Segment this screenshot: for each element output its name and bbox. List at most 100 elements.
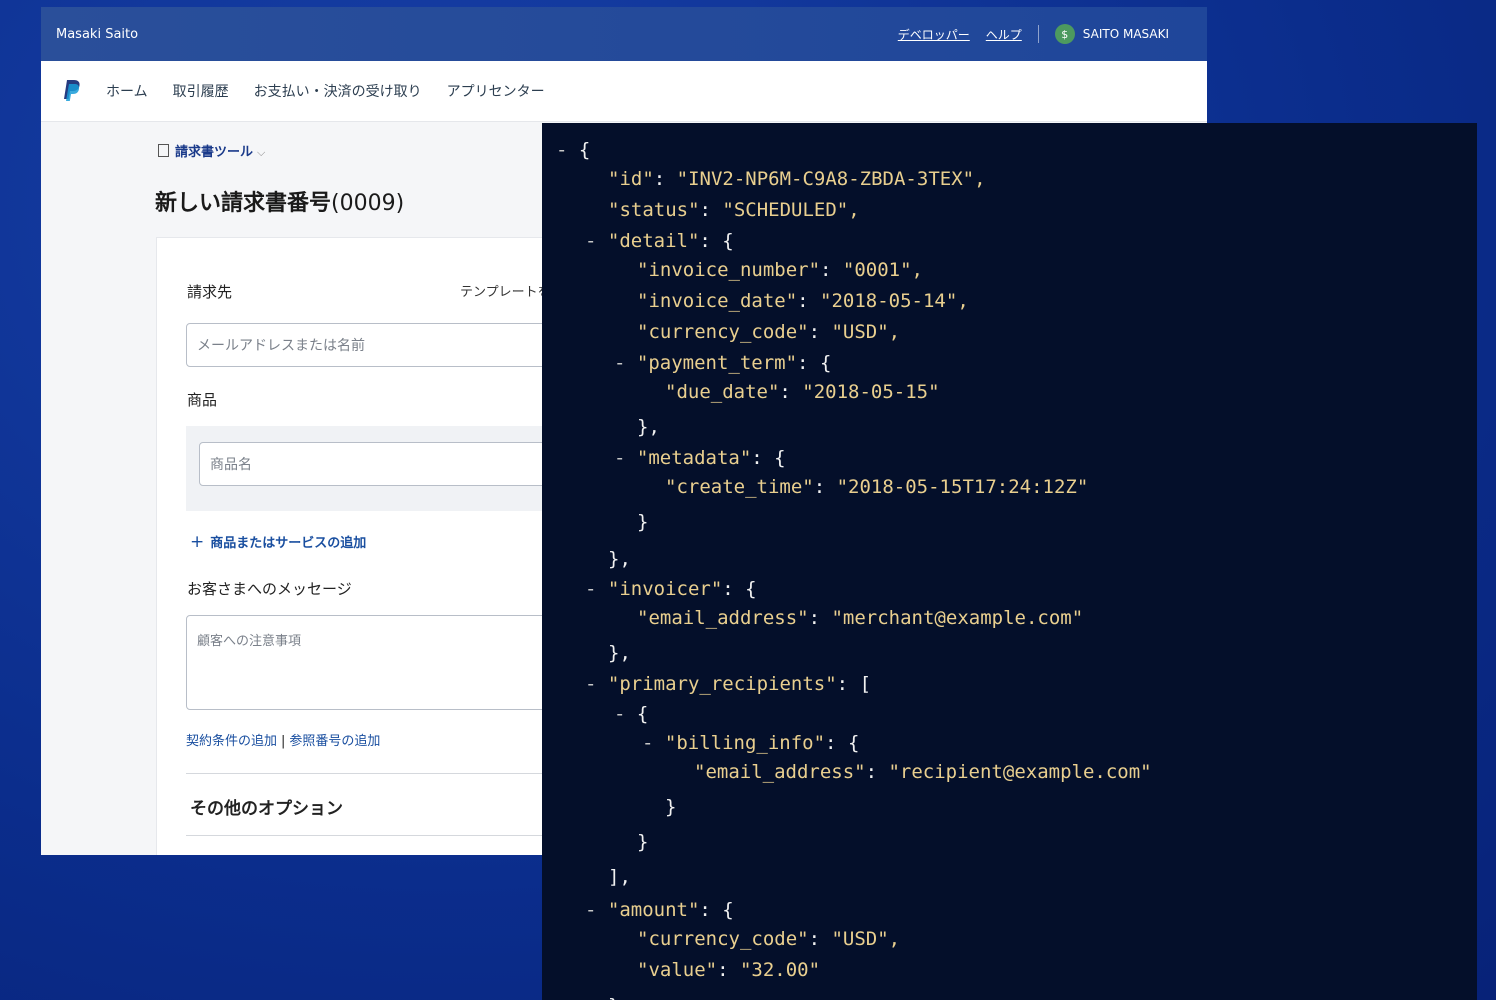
json-line: "currency_code": "USD", <box>637 928 900 950</box>
json-value: { <box>722 899 734 921</box>
plus-icon: + <box>190 532 205 552</box>
json-colon: : <box>699 899 723 921</box>
json-value: { <box>774 447 786 469</box>
json-line: "email_address": "merchant@example.com" <box>637 607 1083 629</box>
json-colon: : <box>653 168 677 190</box>
json-value: "32.00" <box>739 959 821 981</box>
page-title-number: (0009) <box>331 191 405 216</box>
json-line: - "metadata": { <box>614 447 786 469</box>
json-bracket: }, <box>637 416 660 438</box>
json-key: "due_date" <box>665 381 780 403</box>
user-avatar-icon[interactable]: $ <box>1054 24 1075 44</box>
json-viewer: - { "id": "INV2-NP6M-C9A8-ZBDA-3TEX", "sta… <box>542 123 1477 1000</box>
json-line: "due_date": "2018-05-15" <box>665 381 940 403</box>
collapse-toggle-icon[interactable]: - <box>556 139 579 161</box>
json-line: }, <box>608 548 631 570</box>
breadcrumb-label: 請求書ツール <box>175 145 254 160</box>
json-colon: : <box>836 673 860 695</box>
json-key: "status" <box>608 199 700 221</box>
paypal-logo-icon[interactable] <box>62 80 80 102</box>
collapse-toggle-icon[interactable]: - <box>614 703 637 725</box>
json-value: "2018-05-14", <box>820 290 969 312</box>
json-colon: : <box>797 290 821 312</box>
json-line: ], <box>608 866 631 888</box>
json-line: "invoice_date": "2018-05-14", <box>637 290 969 312</box>
page-title: 新しい請求書番号(0009) <box>155 185 404 217</box>
extra-links: 契約条件の追加 | 参照番号の追加 <box>186 734 381 749</box>
collapse-toggle-icon[interactable]: - <box>585 230 608 252</box>
bill-to-label: 請求先 <box>187 283 233 301</box>
json-colon: : <box>699 230 723 252</box>
json-key: "invoice_date" <box>637 290 798 312</box>
json-bracket: }, <box>608 995 631 1000</box>
json-value: { <box>819 352 832 374</box>
chevron-down-icon: ⌵ <box>257 146 266 159</box>
other-options-toggle[interactable]: その他のオプション <box>190 794 343 819</box>
json-line: }, <box>608 995 631 1000</box>
collapse-toggle-icon[interactable]: - <box>585 899 608 921</box>
collapse-toggle-icon[interactable]: - <box>585 673 608 695</box>
json-bracket: } <box>637 831 649 853</box>
json-line: "create_time": "2018-05-15T17:24:12Z" <box>665 476 1088 498</box>
developer-link[interactable]: デベロッパー <box>898 26 970 43</box>
json-colon: : <box>751 447 775 469</box>
nav-transactions[interactable]: 取引履歴 <box>173 81 229 101</box>
json-key: "currency_code" <box>637 928 809 950</box>
json-line: "email_address": "recipient@example.com" <box>694 761 1152 783</box>
json-key: "invoicer" <box>607 578 723 600</box>
json-key: "value" <box>637 959 718 981</box>
top-bar: Masaki Saito デベロッパー ヘルプ $ SAITO MASAKI <box>41 7 1207 61</box>
json-line: - { <box>614 703 648 725</box>
divider <box>1037 25 1039 43</box>
collapse-toggle-icon[interactable]: - <box>642 732 665 754</box>
json-value: [ <box>859 673 872 695</box>
json-key: "detail" <box>607 230 700 252</box>
json-value: "2018-05-15" <box>802 381 940 403</box>
add-item-button[interactable]: + 商品またはサービスの追加 <box>190 532 366 552</box>
json-line: } <box>665 796 676 818</box>
page-title-text: 新しい請求書番号 <box>155 191 332 216</box>
json-value: "recipient@example.com" <box>888 761 1152 783</box>
json-key: "email_address" <box>637 607 809 629</box>
json-line: }, <box>637 416 660 438</box>
json-key: "email_address" <box>694 761 866 783</box>
help-link[interactable]: ヘルプ <box>986 26 1022 43</box>
collapse-toggle-icon[interactable]: - <box>614 447 637 469</box>
json-line: - "amount": { <box>585 899 734 921</box>
main-nav: ホーム 取引履歴 お支払い・決済の受け取り アプリセンター <box>41 61 1207 122</box>
json-value: "2018-05-15T17:24:12Z" <box>836 476 1089 498</box>
nav-app-center[interactable]: アプリセンター <box>447 81 545 101</box>
json-colon: : <box>699 199 723 221</box>
json-key: "billing_info" <box>664 732 826 754</box>
json-line: "id": "INV2-NP6M-C9A8-ZBDA-3TEX", <box>608 168 986 190</box>
json-line: - "primary_recipients": [ <box>585 673 871 695</box>
json-line: } <box>637 831 648 853</box>
json-line: "value": "32.00" <box>637 959 820 981</box>
json-bracket: } <box>665 796 677 818</box>
json-key: "create_time" <box>665 476 814 498</box>
add-terms-link[interactable]: 契約条件の追加 <box>186 734 277 749</box>
user-name[interactable]: SAITO MASAKI <box>1083 27 1169 41</box>
add-reference-link[interactable]: 参照番号の追加 <box>289 734 380 749</box>
json-key: "currency_code" <box>637 321 809 343</box>
json-bracket: { <box>636 703 649 725</box>
json-colon: : <box>865 761 889 783</box>
json-bracket: }, <box>608 548 631 570</box>
json-line: - "billing_info": { <box>642 732 859 754</box>
json-value: { <box>722 230 734 252</box>
invoice-tools-dropdown[interactable]: 請求書ツール ⌵ <box>158 141 265 160</box>
nav-home[interactable]: ホーム <box>106 81 148 101</box>
template-link[interactable]: テンプレートを <box>460 281 551 300</box>
json-value: "INV2-NP6M-C9A8-ZBDA-3TEX", <box>676 168 986 190</box>
json-value: "USD", <box>831 928 901 950</box>
json-value: "USD", <box>831 321 901 343</box>
collapse-toggle-icon[interactable]: - <box>614 352 637 374</box>
json-colon: : <box>779 381 803 403</box>
account-owner-name: Masaki Saito <box>56 26 139 42</box>
collapse-toggle-icon[interactable]: - <box>585 578 608 600</box>
json-line: - "detail": { <box>585 230 734 252</box>
add-item-label: 商品またはサービスの追加 <box>210 536 367 551</box>
json-line: }, <box>608 642 631 664</box>
json-line: - "invoicer": { <box>585 578 757 600</box>
nav-payments[interactable]: お支払い・決済の受け取り <box>254 81 422 101</box>
